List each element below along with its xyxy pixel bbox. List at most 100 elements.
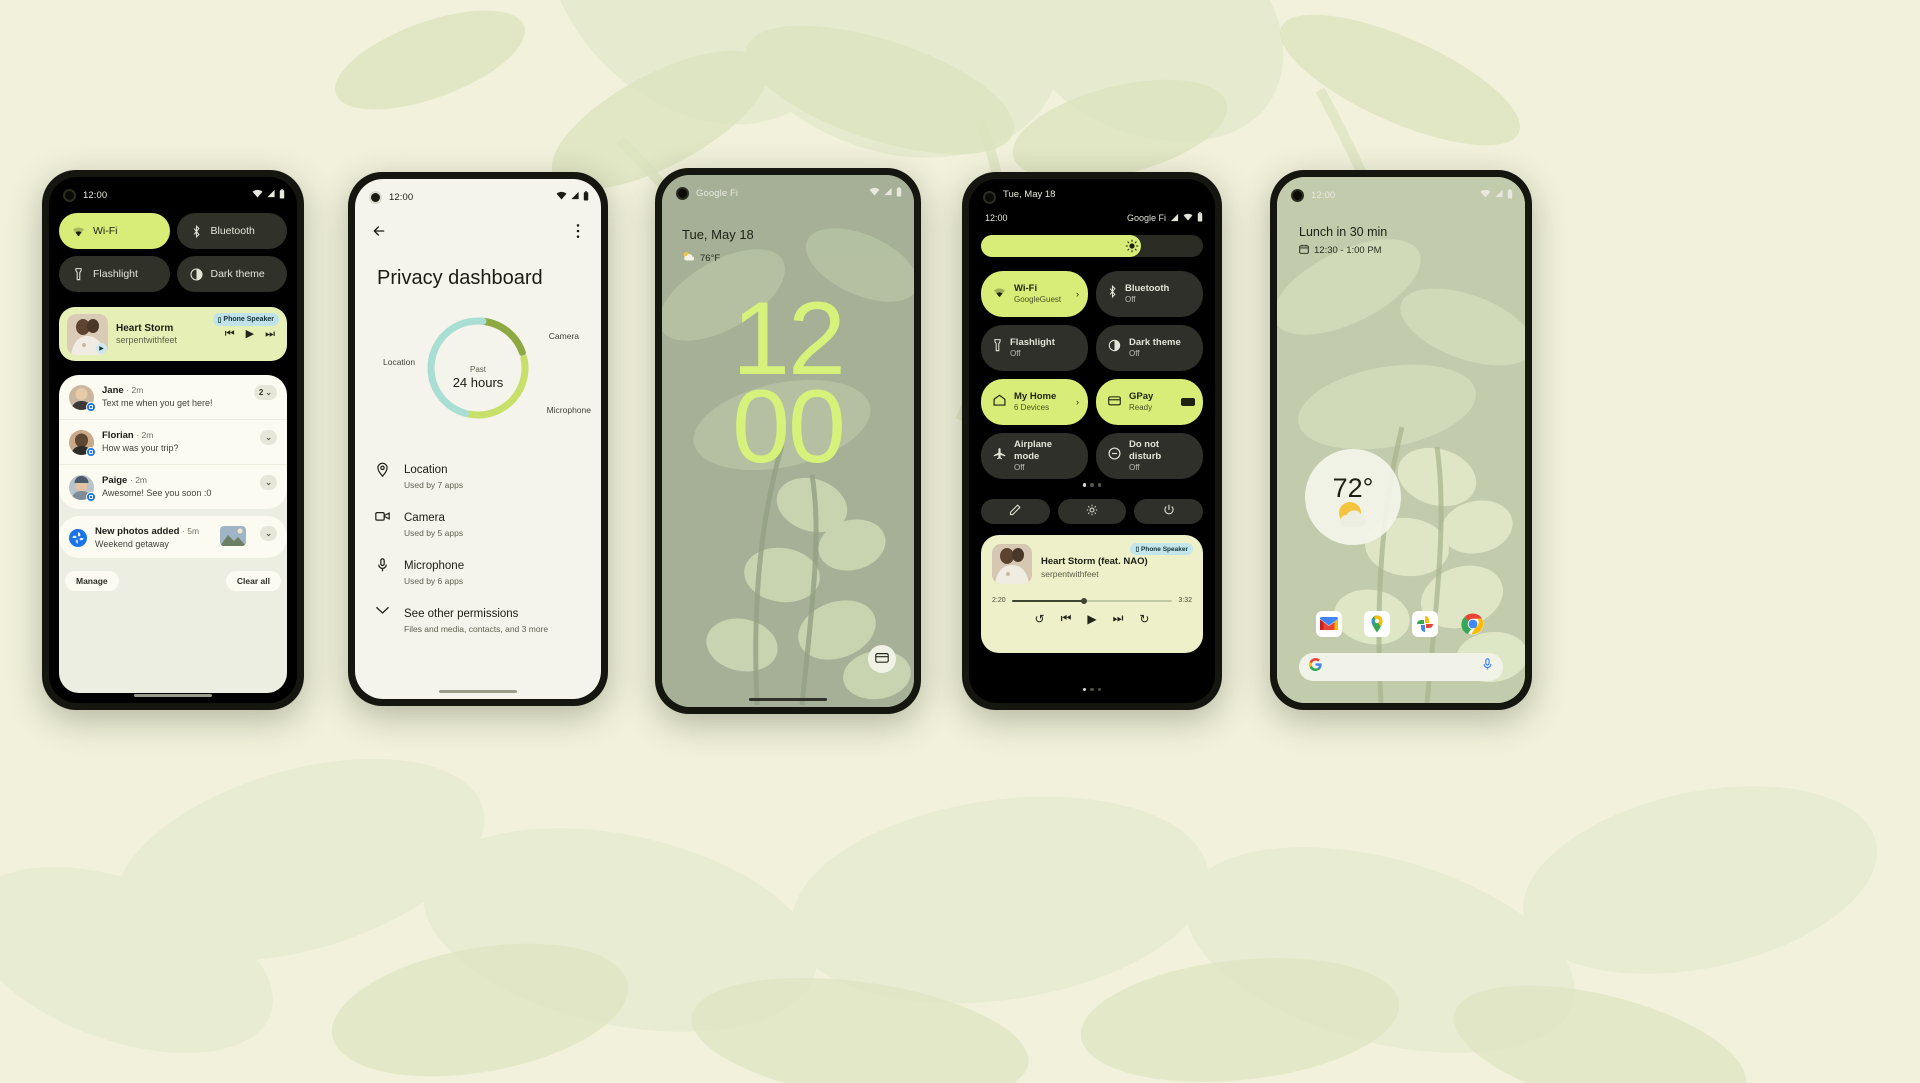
- previous-icon[interactable]: ⏮: [1061, 611, 1072, 626]
- page-dot[interactable]: [1090, 483, 1094, 487]
- tile-bluetooth[interactable]: Bluetooth Off: [1096, 271, 1203, 317]
- edit-tiles-button[interactable]: [981, 499, 1050, 524]
- tile-dark-theme[interactable]: Dark theme Off: [1096, 325, 1203, 371]
- tile-flashlight[interactable]: Flashlight: [59, 256, 170, 292]
- expand-notification-button[interactable]: ⌄: [260, 430, 277, 445]
- camera-icon: [375, 508, 390, 522]
- expand-notification-button[interactable]: ⌄: [260, 475, 277, 490]
- rewind-10-icon[interactable]: ↺: [1035, 612, 1045, 626]
- permission-list: Location Used by 7 apps Camera Used by 5…: [355, 451, 601, 643]
- app-dock: [1277, 610, 1525, 637]
- back-arrow-icon[interactable]: [371, 223, 387, 244]
- google-search-bar[interactable]: [1299, 653, 1503, 681]
- tile-wifi[interactable]: Wi-Fi GoogleGuest ›: [981, 271, 1088, 317]
- notification-text: How was your trip?: [102, 443, 179, 453]
- tile-label: Flashlight: [1010, 337, 1055, 349]
- status-time: 12:00: [83, 189, 108, 201]
- media-artist: serpentwithfeet: [1041, 569, 1099, 579]
- maps-icon[interactable]: [1364, 610, 1391, 637]
- carrier-label: Google Fi: [1126, 213, 1166, 223]
- permission-row-camera[interactable]: Camera Used by 5 apps: [355, 499, 601, 547]
- previous-icon[interactable]: ⏮: [225, 328, 235, 340]
- page-dot[interactable]: [1090, 687, 1094, 691]
- page-dot[interactable]: [1097, 483, 1102, 487]
- timestamp: 2m: [131, 385, 144, 395]
- wallet-button[interactable]: [868, 645, 896, 673]
- glance-title: Lunch in 30 min: [1299, 225, 1388, 239]
- tile-bluetooth[interactable]: Bluetooth: [176, 213, 287, 249]
- tile-airplane-mode[interactable]: Airplane mode Off: [981, 433, 1088, 479]
- media-player-card[interactable]: Heart Storm (feat. NAO) serpentwithfeet …: [981, 535, 1203, 653]
- output-device-chip[interactable]: ▯ Phone Speaker: [1130, 543, 1193, 555]
- notification-row[interactable]: New photos added · 5m Weekend getaway ⌄: [59, 516, 287, 558]
- lock-temperature: 76°F: [700, 252, 721, 264]
- photos-icon: [69, 529, 87, 547]
- other-permissions-title: See other permissions: [404, 608, 519, 620]
- wifi-icon: [993, 285, 1006, 303]
- home-indicator[interactable]: [439, 690, 517, 693]
- clear-all-button[interactable]: Clear all: [225, 571, 281, 591]
- media-player-card[interactable]: ▶ Heart Storm serpentwithfeet ⏮ ▶ ⏭ ▯ Ph…: [59, 307, 287, 361]
- conversation-notification-group: Jane · 2m Text me when you get here! 2 ⌄: [59, 375, 287, 509]
- donut-label-microphone: Microphone: [546, 405, 591, 415]
- edit-pencil-icon: [1009, 503, 1021, 521]
- chevron-right-icon[interactable]: ›: [1076, 397, 1079, 407]
- tile-label: Bluetooth: [210, 225, 255, 237]
- play-icon[interactable]: ▶: [1087, 612, 1096, 626]
- status-bar: 12:00: [49, 187, 297, 203]
- lock-weather[interactable]: 76°F: [682, 251, 720, 265]
- power-button[interactable]: [1134, 499, 1204, 524]
- album-art: ▶: [67, 313, 108, 355]
- tile-my-home[interactable]: My Home 6 Devices ›: [981, 379, 1088, 425]
- permission-row-location[interactable]: Location Used by 7 apps: [355, 451, 601, 499]
- microphone-icon[interactable]: [1482, 658, 1493, 676]
- notification-count-badge[interactable]: 2 ⌄: [253, 385, 277, 400]
- permission-row-microphone[interactable]: Microphone Used by 6 apps: [355, 547, 601, 595]
- notification-row[interactable]: Florian · 2m How was your trip? ⌄: [59, 419, 287, 464]
- chevron-right-icon[interactable]: ›: [1076, 289, 1079, 299]
- search-input[interactable]: [1322, 662, 1482, 672]
- manage-button[interactable]: Manage: [65, 571, 119, 591]
- wifi-icon: [556, 191, 567, 203]
- see-other-permissions-row[interactable]: See other permissions Files and media, c…: [355, 595, 601, 643]
- clock-minutes: 00: [732, 369, 846, 486]
- card-chip-icon: [1181, 398, 1195, 406]
- weather-widget[interactable]: 72°: [1305, 449, 1401, 545]
- qs-time: 12:00: [985, 213, 1008, 223]
- tile-gpay[interactable]: GPay Ready: [1096, 379, 1203, 425]
- page-dot[interactable]: [1082, 483, 1087, 487]
- page-dot[interactable]: [1082, 687, 1087, 691]
- settings-button[interactable]: [1057, 499, 1127, 524]
- page-dot[interactable]: [1097, 687, 1102, 691]
- progress-track[interactable]: [1011, 597, 1173, 604]
- gmail-icon[interactable]: [1316, 610, 1343, 637]
- tile-wifi[interactable]: Wi-Fi: [59, 213, 170, 249]
- quick-settings-grid-expanded: Wi-Fi GoogleGuest › Bluetooth Off Flashl…: [981, 271, 1203, 479]
- notification-row[interactable]: Paige · 2m Awesome! See you soon :0 ⌄: [59, 464, 287, 509]
- output-device-chip[interactable]: ▯ Phone Speaker: [212, 313, 279, 326]
- tile-dark-theme[interactable]: Dark theme: [176, 256, 287, 292]
- home-indicator[interactable]: [749, 698, 827, 701]
- permission-name: Microphone: [404, 560, 465, 572]
- tile-flashlight[interactable]: Flashlight Off: [981, 325, 1088, 371]
- next-icon[interactable]: ⏭: [1113, 611, 1124, 626]
- next-icon[interactable]: ⏭: [265, 328, 275, 340]
- forward-10-icon[interactable]: ↻: [1139, 612, 1149, 626]
- chrome-icon[interactable]: [1460, 610, 1487, 637]
- timestamp: 2m: [135, 475, 148, 485]
- expand-notification-button[interactable]: ⌄: [260, 526, 277, 541]
- play-icon[interactable]: ▶: [246, 328, 254, 340]
- brightness-slider[interactable]: [981, 235, 1203, 257]
- tile-label: Wi-Fi: [93, 225, 118, 237]
- notification-row[interactable]: Jane · 2m Text me when you get here! 2 ⌄: [59, 375, 287, 419]
- photos-icon[interactable]: [1412, 610, 1439, 637]
- output-label: Phone Speaker: [1141, 545, 1188, 553]
- at-a-glance-widget[interactable]: Lunch in 30 min 12:30 - 1:00 PM: [1299, 225, 1387, 257]
- media-page-indicator: [969, 687, 1215, 691]
- home-indicator[interactable]: [134, 694, 212, 697]
- media-progress[interactable]: 2:20 3:32: [992, 597, 1192, 604]
- tile-do-not-disturb[interactable]: Do not disturb Off: [1096, 433, 1203, 479]
- more-vert-icon[interactable]: [571, 223, 585, 244]
- quick-settings-grid: Wi-Fi Bluetooth Flashlight Dark theme: [59, 213, 287, 292]
- wallet-icon: [875, 650, 889, 668]
